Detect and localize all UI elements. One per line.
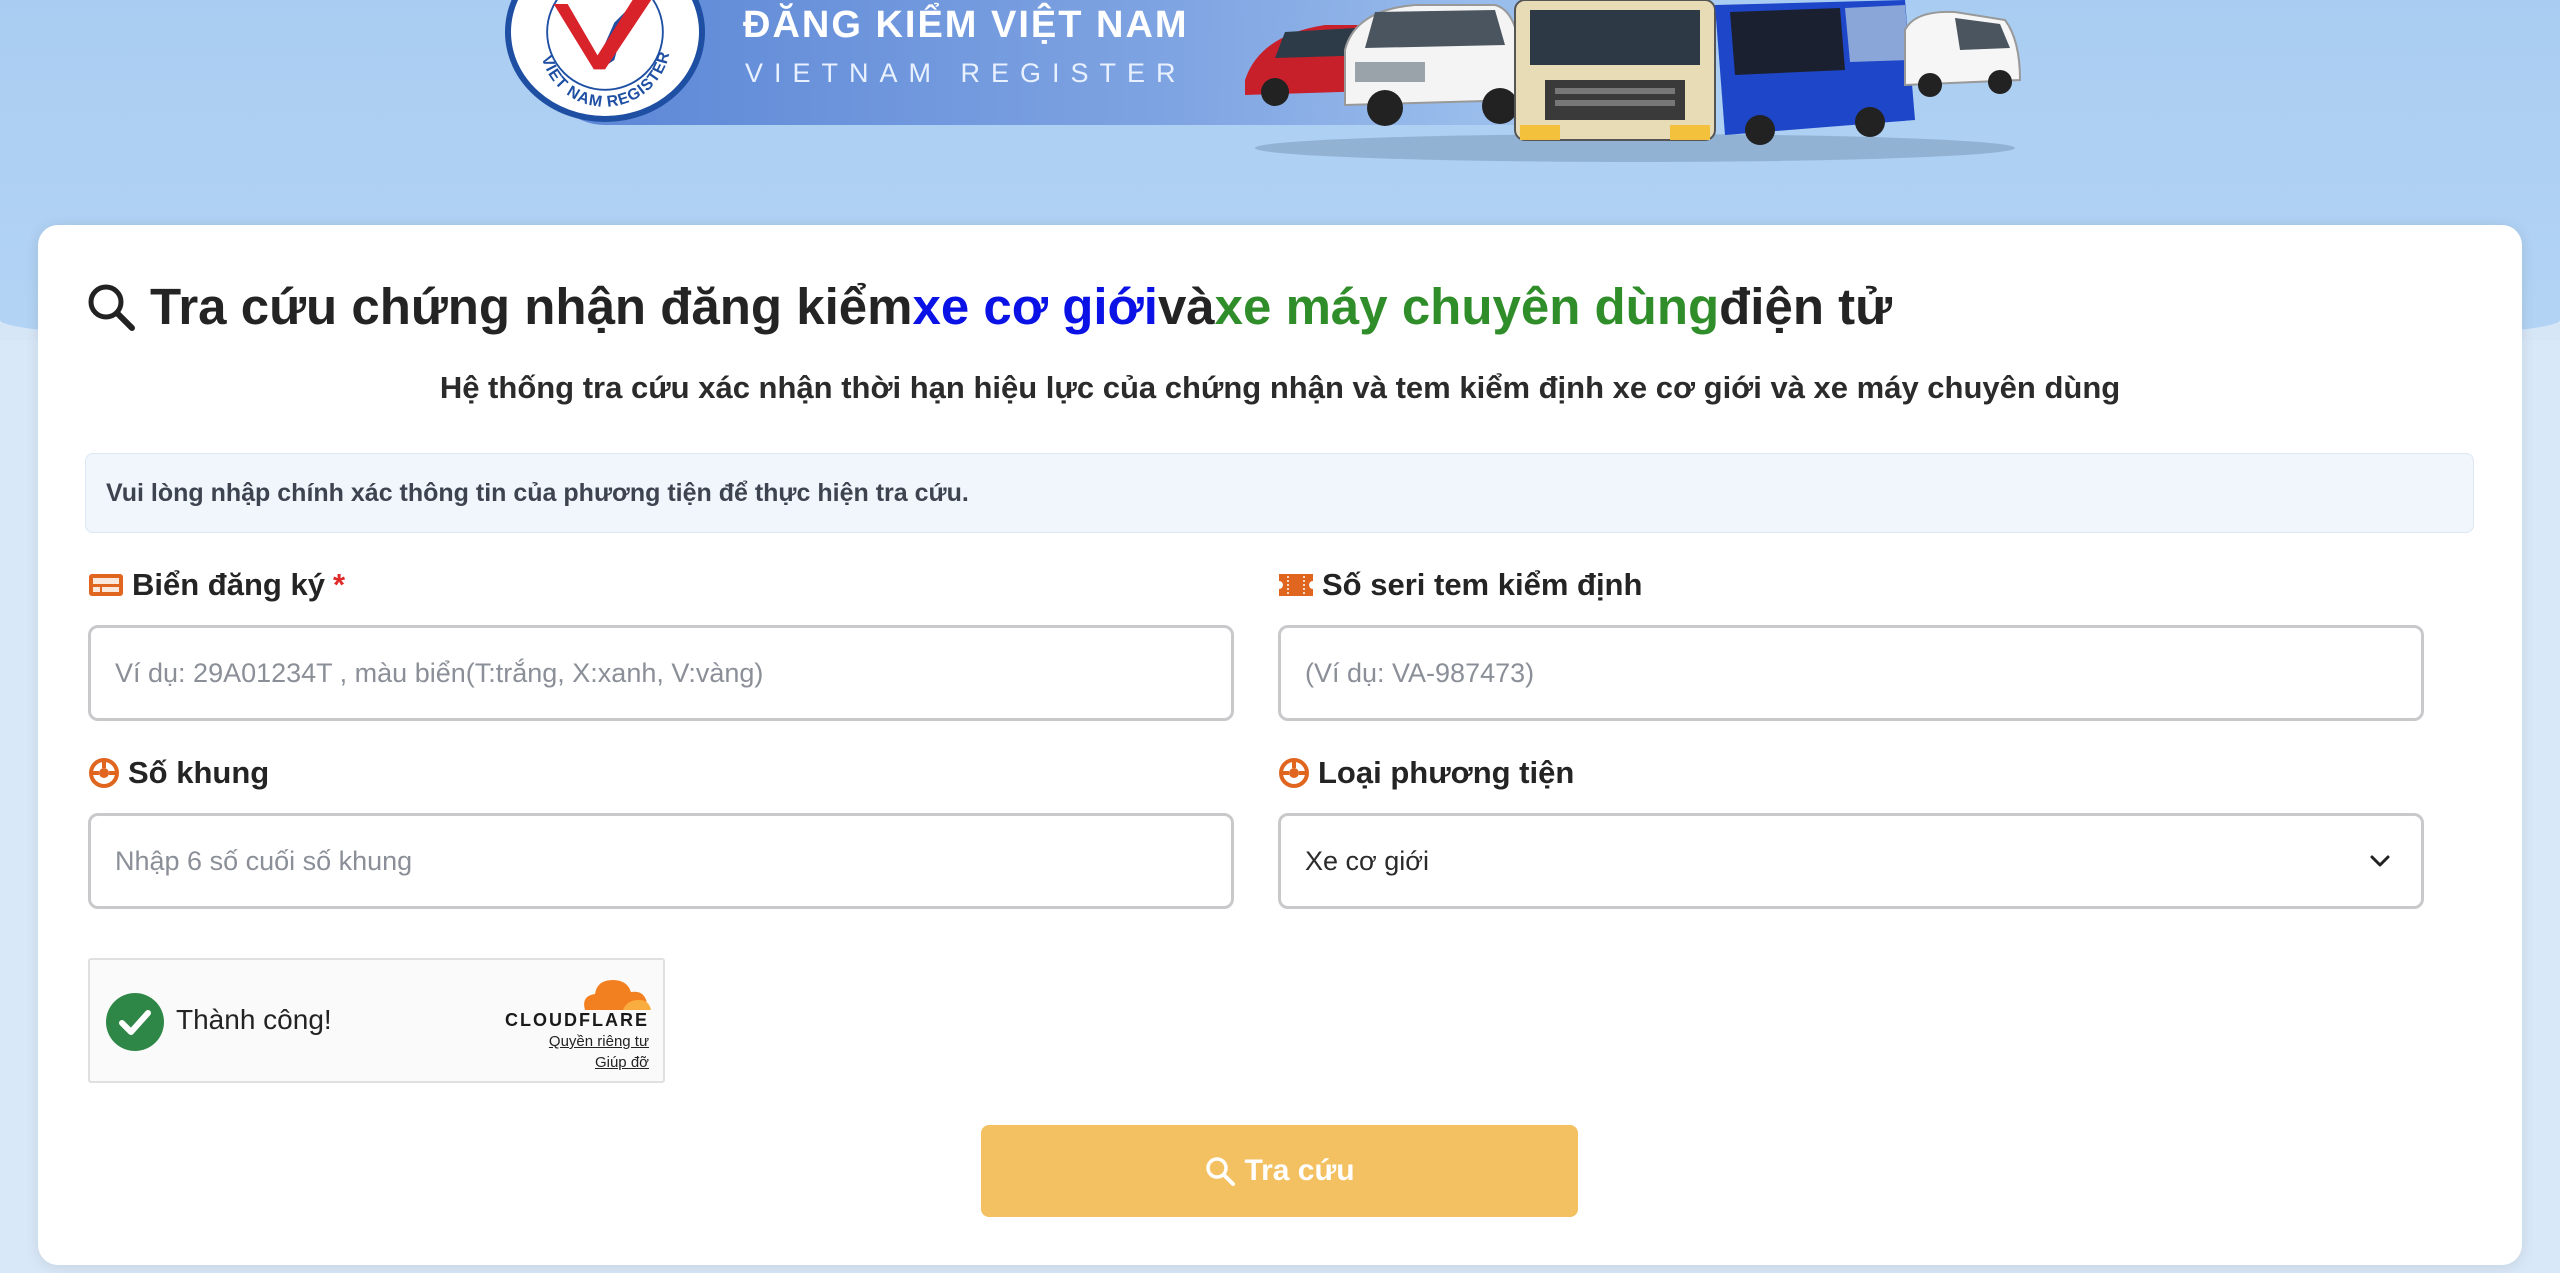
- title-prefix: Tra cứu chứng nhận đăng kiểm: [150, 278, 913, 335]
- serial-label: Số seri tem kiểm định: [1278, 567, 1642, 603]
- privacy-link[interactable]: Quyền riêng tư: [549, 1033, 649, 1050]
- plate-input[interactable]: Ví dụ: 29A01234T , màu biển(T:trắng, X:x…: [88, 625, 1234, 721]
- title-suffix: điện tử: [1719, 278, 1893, 335]
- search-button-label: Tra cứu: [1244, 1154, 1355, 1187]
- info-notice: Vui lòng nhập chính xác thông tin của ph…: [85, 453, 2474, 533]
- serial-placeholder: (Ví dụ: VA-987473): [1305, 657, 1535, 688]
- truck-icon: [1514, 0, 1716, 141]
- steering-wheel-icon: [89, 758, 119, 788]
- header-banner: VIET NAM REGISTER ĐĂNG KIỂM VIỆT NAM VIE…: [505, 0, 2050, 170]
- white-suv-icon: [1344, 4, 1521, 126]
- help-link[interactable]: Giúp đỡ: [595, 1054, 649, 1071]
- title-highlight-special-machine: xe máy chuyên dùng: [1214, 278, 1720, 335]
- van-icon: [1904, 10, 2022, 97]
- plate-label: Biển đăng ký *: [88, 567, 345, 603]
- search-icon: [88, 284, 135, 331]
- turnstile-status: Thành công!: [176, 1004, 332, 1035]
- search-icon: [1206, 1157, 1236, 1186]
- cloudflare-logo-icon: [584, 980, 651, 1010]
- chassis-placeholder: Nhập 6 số cuối số khung: [115, 845, 413, 876]
- brand-title: ĐĂNG KIỂM VIỆT NAM: [743, 4, 1189, 46]
- success-check-icon: [106, 993, 164, 1051]
- required-mark: *: [332, 567, 346, 602]
- page-title: Tra cứu chứng nhận đăng kiểm xe cơ giới …: [84, 277, 1892, 336]
- vehicle-type-label: Loại phương tiện: [1278, 755, 1574, 791]
- ticket-icon: [1279, 574, 1313, 596]
- search-button[interactable]: Tra cứu: [981, 1125, 1578, 1217]
- steering-wheel-icon: [1279, 758, 1309, 788]
- brand-subtitle: VIETNAM REGISTER: [745, 58, 1187, 88]
- bus-icon: [1715, 0, 1915, 145]
- notice-text: Vui lòng nhập chính xác thông tin của ph…: [106, 478, 969, 507]
- vehicles-illustration: [1245, 0, 2022, 162]
- cloudflare-turnstile: Thành công! CLOUDFLARE Quyền riêng tư Gi…: [88, 958, 665, 1083]
- page-subtitle: Hệ thống tra cứu xác nhận thời hạn hiệu …: [439, 370, 2121, 405]
- vehicle-type-select[interactable]: Xe cơ giới: [1278, 813, 2424, 909]
- license-plate-icon: [89, 574, 123, 596]
- cloudflare-brand: CLOUDFLARE: [505, 1010, 649, 1030]
- title-highlight-vehicle: xe cơ giới: [912, 278, 1158, 335]
- chassis-label: Số khung: [88, 755, 269, 791]
- serial-input[interactable]: (Ví dụ: VA-987473): [1278, 625, 2424, 721]
- vehicle-type-selected: Xe cơ giới: [1305, 845, 1429, 876]
- chassis-input[interactable]: Nhập 6 số cuối số khung: [88, 813, 1234, 909]
- lookup-card: Tra cứu chứng nhận đăng kiểm xe cơ giới …: [38, 225, 2522, 1265]
- chevron-down-icon: [2370, 855, 2390, 867]
- title-middle: và: [1157, 278, 1215, 335]
- plate-placeholder: Ví dụ: 29A01234T , màu biển(T:trắng, X:x…: [115, 657, 764, 688]
